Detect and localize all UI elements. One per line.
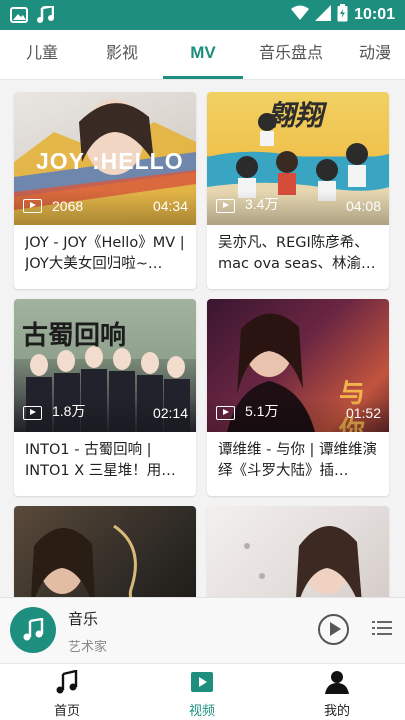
view-count: 3.4万 (245, 196, 279, 212)
music-note-icon (23, 618, 44, 641)
mini-player[interactable]: 音乐 艺术家 (0, 597, 405, 663)
album-cover[interactable] (10, 607, 56, 653)
video-title: 谭维维 - 与你 | 谭维维演绎《斗罗大陆》插… (218, 442, 378, 479)
video-play-icon (191, 672, 213, 692)
signal-icon (315, 5, 332, 25)
play-count-icon (216, 199, 235, 213)
thumbnail-text: 古蜀回响 (22, 321, 127, 351)
bottom-navigation: 首页 视频 我的 (0, 663, 405, 720)
tab-mv[interactable]: MV (163, 30, 243, 80)
video-card[interactable]: 翱翔 3.4万 04:08 吴亦凡、REGI陈彦希、mac ova seas、林… (207, 92, 389, 289)
video-duration: 02:14 (152, 405, 188, 421)
nav-mine[interactable]: 我的 (287, 664, 387, 720)
category-tabs: 儿童 影视 MV 音乐盘点 动漫 (0, 30, 405, 80)
video-thumbnail: 与你 5.1万 01:52 (207, 299, 389, 432)
playlist-icon[interactable] (372, 620, 392, 640)
tab-anime[interactable]: 动漫 (345, 30, 405, 80)
nav-home-label: 首页 (53, 704, 80, 719)
app-screen: 10:01 儿童 影视 MV 音乐盘点 动漫 JOY :HELLO 2068 0… (0, 0, 405, 720)
music-note-icon (56, 670, 78, 694)
video-duration: 04:34 (152, 198, 188, 214)
track-artist: 艺术家 (68, 640, 108, 655)
play-count-icon (23, 406, 42, 420)
play-count-icon (216, 406, 235, 420)
video-card[interactable]: JOY :HELLO 2068 04:34 JOY - JOY《Hello》MV… (14, 92, 196, 289)
track-title: 音乐 (68, 610, 99, 628)
nav-home[interactable]: 首页 (17, 664, 117, 720)
video-title: 吴亦凡、REGI陈彦希、mac ova seas、林渝… (218, 235, 376, 272)
video-card[interactable]: 古蜀回响 1.8万 02:14 INTO1 - 古蜀回响 | INTO1 X 三… (14, 299, 196, 496)
view-count: 2068 (52, 198, 84, 214)
thumbnail-text: JOY :HELLO (36, 148, 184, 174)
wifi-icon (291, 5, 310, 25)
video-title: INTO1 - 古蜀回响 | INTO1 X 三星堆！用… (25, 442, 176, 479)
image-notification-icon (10, 6, 28, 28)
view-count: 5.1万 (245, 403, 279, 419)
video-duration: 01:52 (345, 405, 381, 421)
clock: 10:01 (354, 6, 395, 23)
status-bar: 10:01 (0, 0, 405, 30)
video-duration: 04:08 (345, 198, 381, 214)
video-thumbnail: 翱翔 3.4万 04:08 (207, 92, 389, 225)
thumbnail-text: 翱翔 (267, 100, 324, 131)
nav-video[interactable]: 视频 (152, 664, 252, 720)
active-tab-indicator (163, 76, 243, 79)
video-card[interactable]: 与你 5.1万 01:52 谭维维 - 与你 | 谭维维演绎《斗罗大陆》插… (207, 299, 389, 496)
view-count: 1.8万 (52, 403, 86, 419)
play-count-icon (23, 199, 42, 213)
music-notification-icon (36, 4, 55, 28)
nav-video-label: 视频 (188, 704, 215, 719)
tab-children[interactable]: 儿童 (12, 30, 72, 80)
video-title: JOY - JOY《Hello》MV | JOY大美女回归啦~… (25, 235, 185, 272)
video-thumbnail: 古蜀回响 1.8万 02:14 (14, 299, 196, 432)
play-button[interactable] (318, 614, 349, 645)
nav-mine-label: 我的 (323, 704, 350, 719)
battery-icon (337, 4, 348, 26)
tab-music-ranking[interactable]: 音乐盘点 (250, 30, 332, 80)
person-icon (325, 671, 349, 694)
video-thumbnail: JOY :HELLO 2068 04:34 (14, 92, 196, 225)
tab-film-tv[interactable]: 影视 (92, 30, 152, 80)
